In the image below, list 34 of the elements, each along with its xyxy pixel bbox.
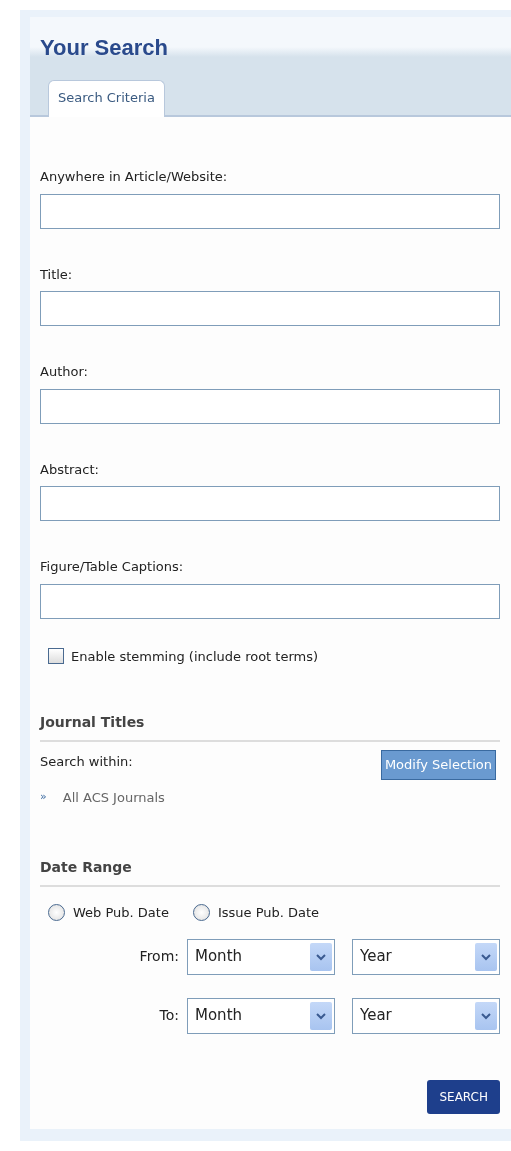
field-label: Abstract: [40, 460, 100, 479]
chevron-icon: » [40, 789, 47, 806]
field-label: Figure/Table Captions: [40, 558, 185, 576]
input-field[interactable] [40, 486, 500, 521]
radio-label: Web Pub. Date [73, 904, 169, 922]
section-heading: Journal Titles [40, 712, 500, 742]
radio-button[interactable] [192, 904, 210, 922]
chevron-down-icon [475, 1001, 497, 1030]
panel-title: Your Search [40, 34, 168, 62]
section-heading: Date Range [40, 857, 500, 887]
tab[interactable]: Search Criteria [48, 79, 165, 117]
field-label: Search within: [40, 753, 133, 771]
checkbox[interactable] [48, 648, 64, 665]
dropdown[interactable]: Year [352, 997, 500, 1034]
chevron-down-icon [310, 1001, 332, 1030]
dropdown[interactable]: Month [187, 938, 335, 975]
radio-button[interactable] [48, 904, 65, 922]
input-field[interactable] [40, 388, 500, 424]
input-field[interactable] [40, 193, 500, 229]
radio-label: Issue Pub. Date [217, 904, 320, 922]
field-label: From: [139, 947, 179, 966]
chevron-down-icon [475, 942, 497, 971]
dropdown[interactable]: Year [352, 938, 500, 975]
field-label: To: [159, 1006, 179, 1025]
field-label: Author: [40, 363, 89, 381]
field-label: Title: [40, 265, 74, 284]
selection-text: All ACS Journals [62, 788, 165, 807]
input-field[interactable] [40, 291, 500, 326]
dropdown[interactable]: Month [187, 997, 335, 1034]
field-label: Anywhere in Article/Website: [40, 168, 229, 186]
search-button[interactable]: SEARCH [427, 1079, 500, 1114]
chevron-down-icon [310, 942, 332, 971]
input-field[interactable] [40, 583, 500, 619]
checkbox-label: Enable stemming (include root terms) [71, 647, 319, 666]
